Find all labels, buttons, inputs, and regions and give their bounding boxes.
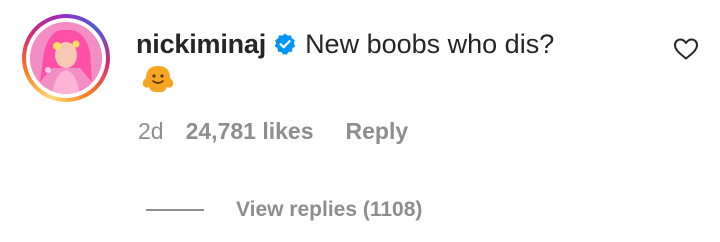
likes-count[interactable]: 24,781 likes	[186, 118, 314, 145]
verified-badge-icon	[273, 32, 297, 56]
view-replies-button[interactable]: View replies (1108)	[146, 198, 422, 222]
view-replies-label: View replies (1108)	[236, 198, 423, 221]
reply-button[interactable]: Reply	[346, 118, 409, 145]
username-link[interactable]: nickiminaj	[136, 29, 266, 60]
comment-meta: 2d 24,781 likes Reply	[138, 118, 408, 145]
comment-header: nickiminaj New boobs who dis?	[136, 24, 554, 64]
heart-outline-icon[interactable]	[673, 37, 699, 61]
comment-item: nickiminaj New boobs who dis? 2d 24,781 …	[0, 0, 720, 242]
smiling-blob-emoji-icon	[140, 64, 176, 94]
timestamp[interactable]: 2d	[138, 118, 164, 145]
avatar[interactable]	[30, 22, 102, 94]
replies-divider	[146, 209, 204, 211]
comment-text: New boobs who dis?	[305, 28, 555, 59]
avatar-story-ring[interactable]	[22, 14, 110, 102]
